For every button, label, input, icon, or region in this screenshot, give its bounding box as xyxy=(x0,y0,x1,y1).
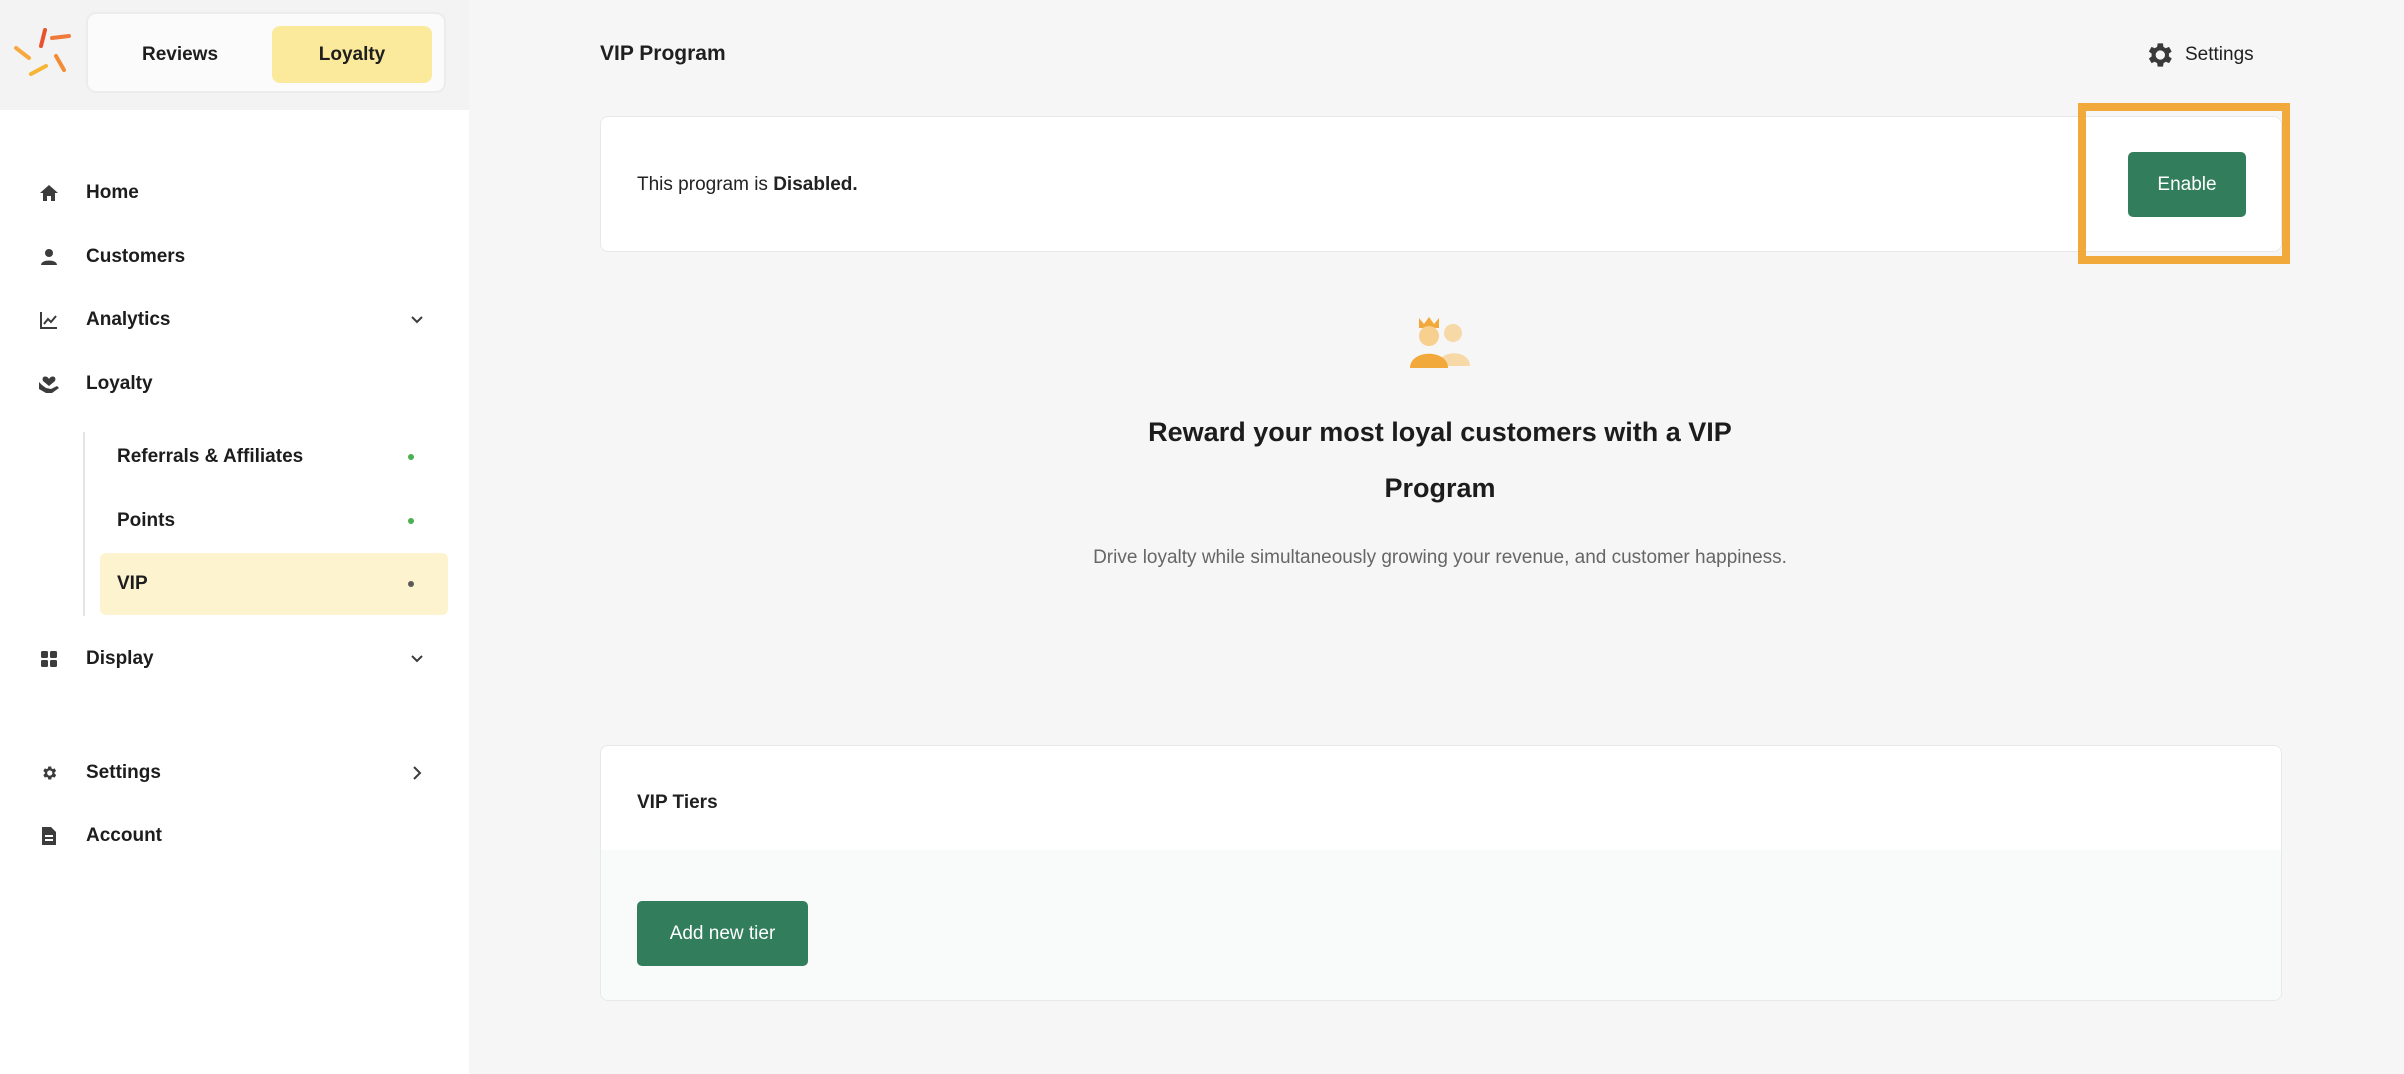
program-status-text: This program is Disabled. xyxy=(637,174,858,196)
add-tier-button[interactable]: Add new tier xyxy=(637,901,808,966)
sidebar-item-analytics[interactable]: Analytics xyxy=(38,295,438,345)
vip-tiers-card: VIP Tiers Add new tier xyxy=(600,745,2282,1001)
sidebar-item-label: Display xyxy=(86,648,154,669)
sidebar-item-label: Settings xyxy=(86,762,161,783)
program-status-card: This program is Disabled. xyxy=(600,116,2282,252)
hero-description: Drive loyalty while simultaneously growi… xyxy=(1093,547,1787,568)
settings-button[interactable]: Settings xyxy=(2143,38,2254,72)
vip-customers-icon xyxy=(1410,317,1470,368)
grid-icon xyxy=(38,648,60,670)
app-switcher: Reviews Loyalty xyxy=(86,12,446,93)
sidebar-item-label: Account xyxy=(86,825,162,846)
chart-line-icon xyxy=(38,309,60,331)
app-logo-icon[interactable] xyxy=(12,26,74,78)
sidebar-item-settings[interactable]: Settings xyxy=(38,748,438,798)
sidebar-item-loyalty[interactable]: Loyalty xyxy=(38,359,438,409)
hand-heart-icon xyxy=(38,373,60,395)
sidebar-subitem-referrals[interactable]: Referrals & Affiliates xyxy=(100,426,448,488)
sidebar-header: Reviews Loyalty xyxy=(0,0,469,110)
sidebar-item-account[interactable]: Account xyxy=(38,811,438,861)
hero-title: Reward your most loyal customers with a … xyxy=(1148,417,1732,503)
home-icon xyxy=(38,182,60,204)
tab-loyalty[interactable]: Loyalty xyxy=(272,26,432,83)
sidebar-subitem-label: VIP xyxy=(117,573,148,594)
sidebar-item-home[interactable]: Home xyxy=(38,168,438,218)
sidebar-subitem-label: Points xyxy=(117,510,176,531)
status-dot xyxy=(408,454,414,460)
sidebar-subitem-points[interactable]: Points xyxy=(100,490,448,552)
chevron-right-icon[interactable] xyxy=(406,762,428,784)
sidebar-item-label: Loyalty xyxy=(86,373,153,394)
enable-button[interactable]: Enable xyxy=(2128,152,2246,217)
page-title: VIP Program xyxy=(600,42,726,65)
subnav-divider xyxy=(83,432,85,616)
chevron-down-icon[interactable] xyxy=(406,648,428,670)
gear-icon xyxy=(2148,43,2172,67)
status-dot xyxy=(408,581,414,587)
document-icon xyxy=(38,825,60,847)
sidebar-item-label: Customers xyxy=(86,246,186,267)
gear-icon xyxy=(38,762,60,784)
sidebar-item-customers[interactable]: Customers xyxy=(38,232,438,282)
sidebar-item-label: Analytics xyxy=(86,309,171,330)
tab-reviews[interactable]: Reviews xyxy=(100,26,260,83)
sidebar-item-display[interactable]: Display xyxy=(38,634,438,684)
settings-label: Settings xyxy=(2185,44,2254,65)
status-dot xyxy=(408,518,414,524)
status-prefix: This program is xyxy=(637,174,774,195)
sidebar-subitem-vip[interactable]: VIP xyxy=(100,553,448,615)
status-value: Disabled. xyxy=(773,174,858,195)
vip-tiers-title: VIP Tiers xyxy=(637,792,718,813)
sidebar-item-label: Home xyxy=(86,182,139,203)
vip-tiers-body xyxy=(601,850,2281,1000)
sidebar: Reviews Loyalty Home Customers Analytics… xyxy=(0,0,469,1074)
chevron-down-icon[interactable] xyxy=(406,309,428,331)
sidebar-subitem-label: Referrals & Affiliates xyxy=(117,446,304,467)
person-icon xyxy=(38,246,60,268)
